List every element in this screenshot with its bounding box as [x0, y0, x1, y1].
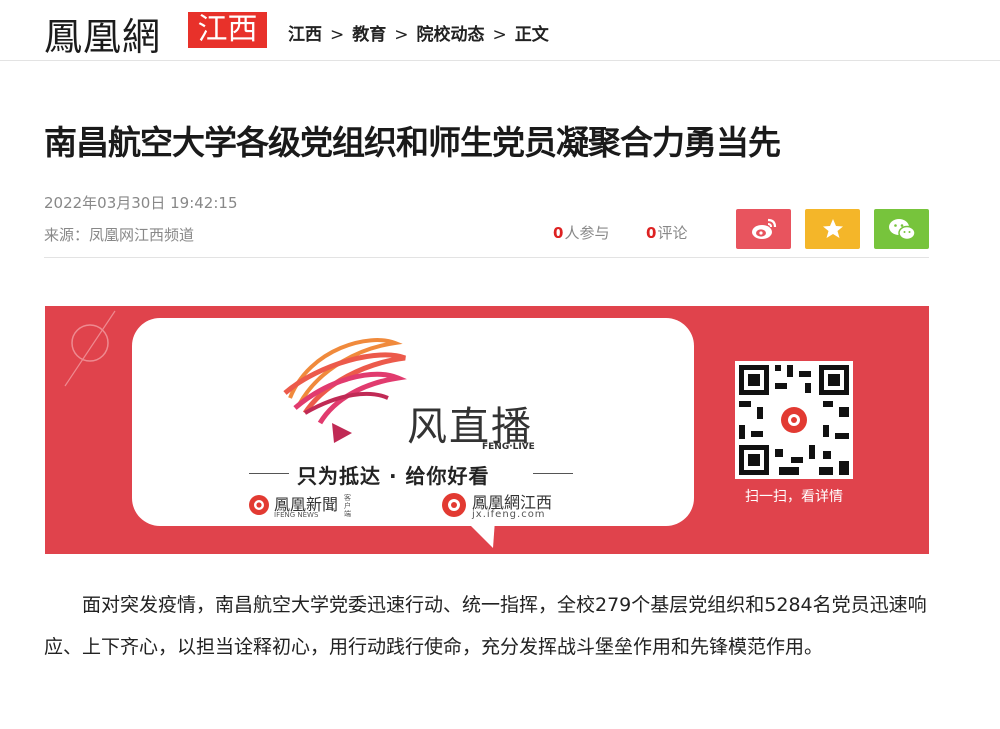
- banner-slogan-line-left: [249, 473, 289, 474]
- meta-divider: [44, 257, 929, 258]
- breadcrumb-jiangxi[interactable]: 江西: [288, 25, 322, 45]
- wechat-icon: [888, 219, 916, 241]
- ifeng-news-logo-en: IFENG NEWS: [274, 511, 319, 519]
- breadcrumb-separator: >: [394, 25, 409, 45]
- breadcrumb: 江西 > 教育 > 院校动态 > 正文: [288, 20, 549, 45]
- banner-brand-sub: FENG·LIVE: [482, 442, 535, 452]
- qr-code: [735, 361, 853, 479]
- ifeng-jiangxi-logo-icon: [442, 493, 466, 517]
- decorative-circle: [64, 310, 116, 387]
- top-bar: 鳳凰網 江西 江西 > 教育 > 院校动态 > 正文: [0, 0, 1000, 61]
- star-icon: [822, 219, 843, 238]
- banner-slogan: 只为抵达 · 给你好看: [297, 464, 490, 488]
- ifeng-jiangxi-url: jx.ifeng.com: [472, 509, 546, 520]
- ifeng-news-tag: 客户端: [344, 494, 351, 518]
- ifeng-logo[interactable]: 鳳凰網: [44, 6, 161, 61]
- qr-caption: 扫一扫，看详情: [745, 489, 843, 505]
- breadcrumb-current: 正文: [514, 25, 549, 45]
- share-wechat-button[interactable]: [874, 209, 929, 249]
- weibo-icon: [751, 218, 776, 239]
- comments-link[interactable]: 0评论: [646, 222, 687, 243]
- qr-code-pattern: [739, 365, 849, 475]
- region-logo[interactable]: 江西: [188, 12, 267, 48]
- article-date: 2022年03月30日 19:42:15: [44, 194, 238, 212]
- ifeng-news-logo-icon: [249, 495, 269, 515]
- breadcrumb-separator: >: [492, 25, 507, 45]
- participants-count[interactable]: 0人参与: [553, 222, 609, 243]
- article-title: 南昌航空大学各级党组织和师生党员凝聚合力勇当先: [44, 123, 781, 162]
- share-weibo-button[interactable]: [736, 209, 791, 249]
- feng-live-swirl-logo: [283, 338, 407, 443]
- participants-label: 人参与: [564, 224, 610, 242]
- article-paragraph: 面对突发疫情，南昌航空大学党委迅速行动、统一指挥，全校279个基层党组织和528…: [44, 594, 927, 658]
- feng-live-banner[interactable]: 风直播 FENG·LIVE 只为抵达 · 给你好看 鳳凰新聞 IFENG NEW…: [45, 306, 929, 554]
- article-source: 来源：凤凰网江西频道: [44, 226, 195, 244]
- breadcrumb-school-news[interactable]: 院校动态: [417, 25, 485, 45]
- comments-number: 0: [646, 224, 657, 242]
- comments-label: 评论: [657, 224, 688, 242]
- participants-number: 0: [553, 224, 564, 242]
- banner-slogan-line-right: [533, 473, 573, 474]
- breadcrumb-separator: >: [330, 25, 345, 45]
- favorite-button[interactable]: [805, 209, 860, 249]
- bubble-tail: [465, 520, 495, 548]
- breadcrumb-education[interactable]: 教育: [352, 25, 386, 45]
